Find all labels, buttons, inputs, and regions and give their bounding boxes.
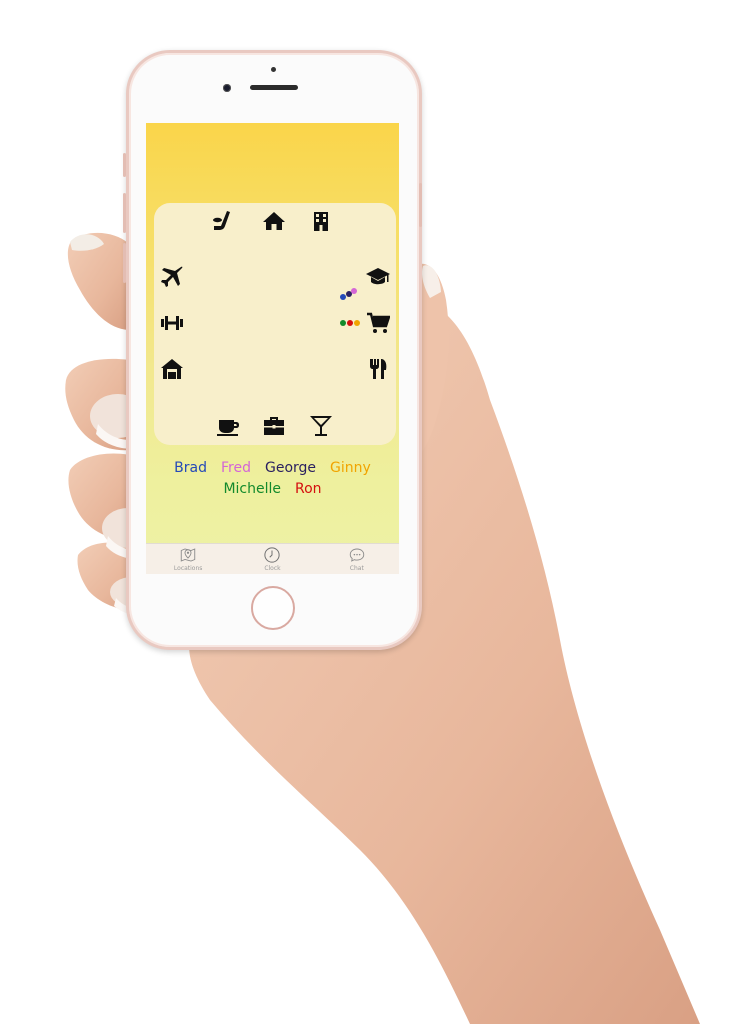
person-name-michelle[interactable]: Michelle: [223, 479, 281, 500]
chat-bubble-icon: [349, 548, 365, 562]
tab-chat-label: Chat: [349, 565, 364, 572]
office-building-icon[interactable]: [309, 209, 333, 233]
shopping-cart-icon[interactable]: [366, 311, 390, 335]
phone-frame: Brad Fred George Ginny Michelle Ron Loca…: [123, 50, 422, 650]
location-clock-face: [154, 203, 396, 445]
app-screen: Brad Fred George Ginny Michelle Ron Loca…: [146, 123, 399, 574]
person-marker-fred[interactable]: [351, 288, 357, 294]
tab-locations[interactable]: Locations: [146, 544, 230, 574]
cocktail-icon[interactable]: [309, 414, 333, 438]
person-name-ron[interactable]: Ron: [295, 479, 322, 500]
briefcase-icon[interactable]: [262, 414, 286, 438]
person-marker-brad[interactable]: [340, 294, 346, 300]
people-row-1: Brad Fred George Ginny: [146, 458, 399, 479]
people-row-2: Michelle Ron: [146, 479, 399, 500]
house-icon[interactable]: [160, 357, 184, 381]
gym-dumbbell-icon[interactable]: [160, 311, 184, 335]
tab-clock-label: Clock: [264, 565, 281, 572]
tab-chat[interactable]: Chat: [315, 544, 399, 574]
person-name-george[interactable]: George: [265, 458, 316, 479]
restaurant-icon[interactable]: [366, 357, 390, 381]
person-marker-michelle[interactable]: [340, 320, 346, 326]
power-button: [419, 183, 422, 227]
front-camera: [223, 84, 231, 92]
tab-bar: Locations Clock Chat: [146, 543, 399, 574]
clock-icon: [264, 547, 281, 563]
graduation-cap-icon[interactable]: [366, 264, 390, 288]
map-pin-icon: [180, 548, 196, 562]
person-name-brad[interactable]: Brad: [174, 458, 207, 479]
volume-up-button: [123, 193, 126, 233]
airplane-icon[interactable]: [160, 264, 184, 288]
volume-down-button: [123, 243, 126, 283]
tab-clock[interactable]: Clock: [230, 544, 314, 574]
home-button[interactable]: [251, 586, 295, 630]
person-marker-ginny[interactable]: [354, 320, 360, 326]
home-icon[interactable]: [262, 209, 286, 233]
proximity-sensor: [271, 67, 276, 72]
tab-locations-label: Locations: [173, 565, 203, 572]
person-name-ginny[interactable]: Ginny: [330, 458, 371, 479]
coffee-cup-icon[interactable]: [216, 414, 240, 438]
people-legend: Brad Fred George Ginny Michelle Ron: [146, 458, 399, 500]
person-name-fred[interactable]: Fred: [221, 458, 251, 479]
earpiece-speaker: [250, 85, 298, 90]
mute-switch: [123, 153, 126, 177]
hockey-icon[interactable]: [210, 209, 234, 233]
person-marker-ron[interactable]: [347, 320, 353, 326]
